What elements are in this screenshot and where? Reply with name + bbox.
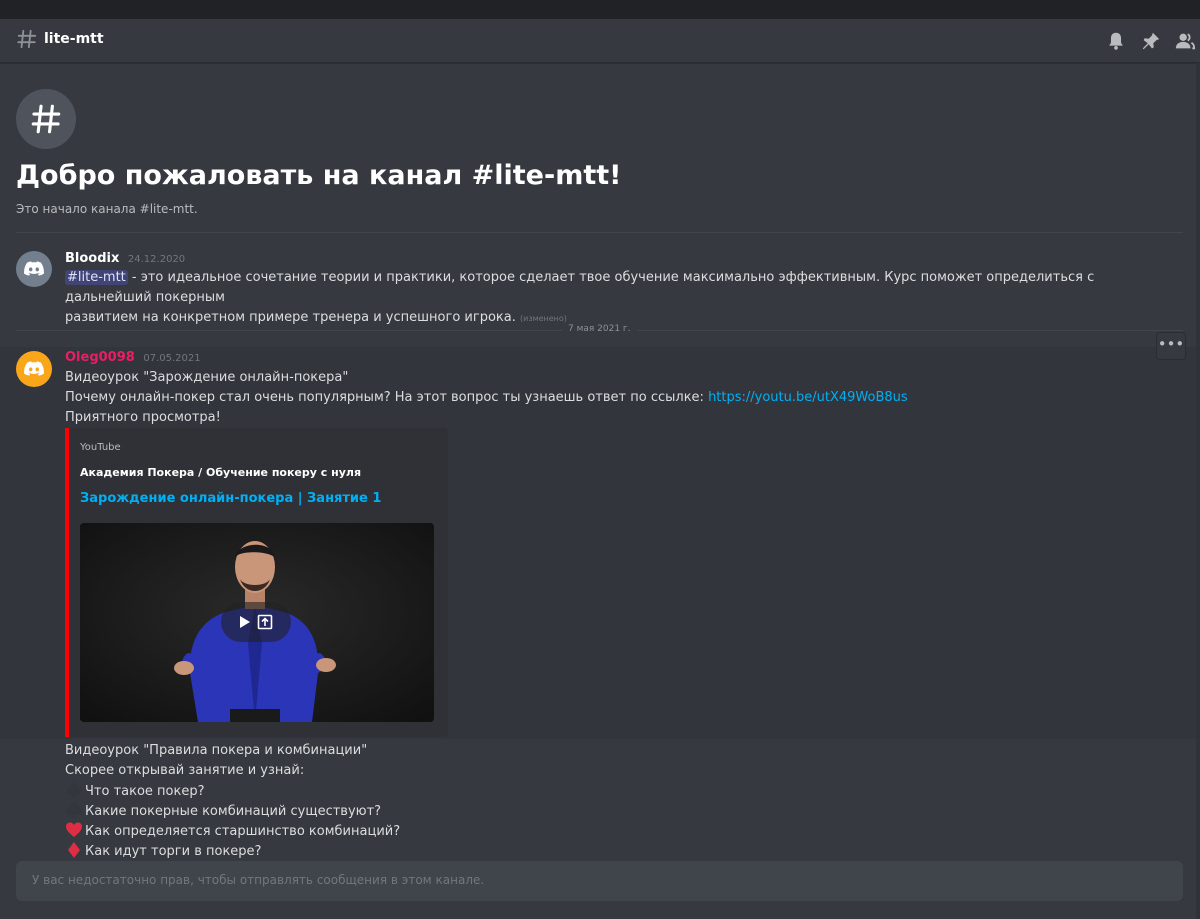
embed-author[interactable]: Академия Покера / Обучение покеру с нуля	[80, 466, 361, 479]
members-icon[interactable]	[1174, 30, 1196, 52]
list-item: Какие покерные комбинаций существуют?	[65, 801, 381, 819]
avatar[interactable]	[16, 251, 52, 287]
youtube-link[interactable]: https://youtu.be/utX49WoB8us	[708, 390, 908, 405]
embed-provider[interactable]: YouTube	[80, 442, 121, 453]
channel-mention[interactable]: #lite-mtt	[65, 270, 128, 285]
message-text: развитием на конкретном примере тренера …	[65, 310, 516, 325]
play-icon	[240, 614, 273, 630]
message-header: Bloodix 24.12.2020	[65, 251, 185, 266]
message-header: Oleg0098 07.05.2021	[65, 350, 201, 365]
hash-icon	[17, 29, 37, 49]
club-icon	[66, 802, 82, 818]
input-placeholder: У вас недостаточно прав, чтобы отправлят…	[32, 873, 485, 887]
welcome-title: Добро пожаловать на канал #lite-mtt!	[16, 160, 622, 191]
edited-label: (изменено)	[520, 314, 567, 323]
channel-header: lite-mtt	[0, 19, 1200, 63]
title-bar	[0, 0, 1200, 19]
date-divider-label: 7 мая 2021 г.	[562, 324, 637, 334]
play-button[interactable]	[221, 602, 291, 642]
heart-icon	[66, 822, 82, 837]
youtube-embed: YouTube Академия Покера / Обучение покер…	[65, 428, 448, 737]
username[interactable]: Bloodix	[65, 251, 119, 266]
divider	[16, 232, 1183, 233]
channel-name: lite-mtt	[44, 31, 104, 47]
message-text: Скорее открывай занятие и узнай:	[65, 763, 305, 778]
pin-icon[interactable]	[1140, 30, 1162, 52]
list-item: Как определяется старшинство комбинаций?	[65, 821, 400, 839]
avatar[interactable]	[16, 351, 52, 387]
discord-logo-icon	[24, 261, 44, 276]
discord-logo-icon	[24, 361, 44, 376]
video-thumbnail[interactable]	[80, 523, 434, 722]
diamond-icon	[68, 842, 80, 858]
spade-icon	[66, 782, 82, 798]
message-text: Приятного просмотра!	[65, 410, 221, 425]
welcome-subtitle: Это начало канала #lite-mtt.	[16, 202, 198, 216]
hash-icon	[31, 104, 61, 134]
more-options-button[interactable]: •••	[1156, 332, 1186, 360]
timestamp: 24.12.2020	[127, 254, 186, 265]
message-text: - это идеальное сочетание теории и практ…	[65, 270, 1095, 305]
message-content: Видеоурок "Правила покера и комбинации" …	[65, 741, 965, 781]
list-item: Что такое покер?	[65, 781, 205, 799]
message-text: Почему онлайн-покер стал очень популярны…	[65, 390, 709, 405]
message-content: #lite-mtt - это идеальное сочетание теор…	[65, 268, 1180, 329]
embed-title[interactable]: Зарождение онлайн-покера | Занятие 1	[80, 491, 381, 506]
message-text: Видеоурок "Правила покера и комбинации"	[65, 743, 368, 758]
list-item: Как идут торги в покере?	[65, 841, 261, 859]
scrollbar-track[interactable]	[1196, 63, 1200, 919]
bell-icon[interactable]	[1105, 30, 1127, 52]
username[interactable]: Oleg0098	[65, 350, 135, 365]
timestamp: 07.05.2021	[143, 353, 201, 364]
message-text: Видеоурок "Зарождение онлайн-покера"	[65, 370, 349, 385]
message-content: Видеоурок "Зарождение онлайн-покера" Поч…	[65, 368, 1165, 428]
message-input[interactable]: У вас недостаточно прав, чтобы отправлят…	[16, 861, 1183, 901]
channel-welcome-icon	[16, 89, 76, 149]
